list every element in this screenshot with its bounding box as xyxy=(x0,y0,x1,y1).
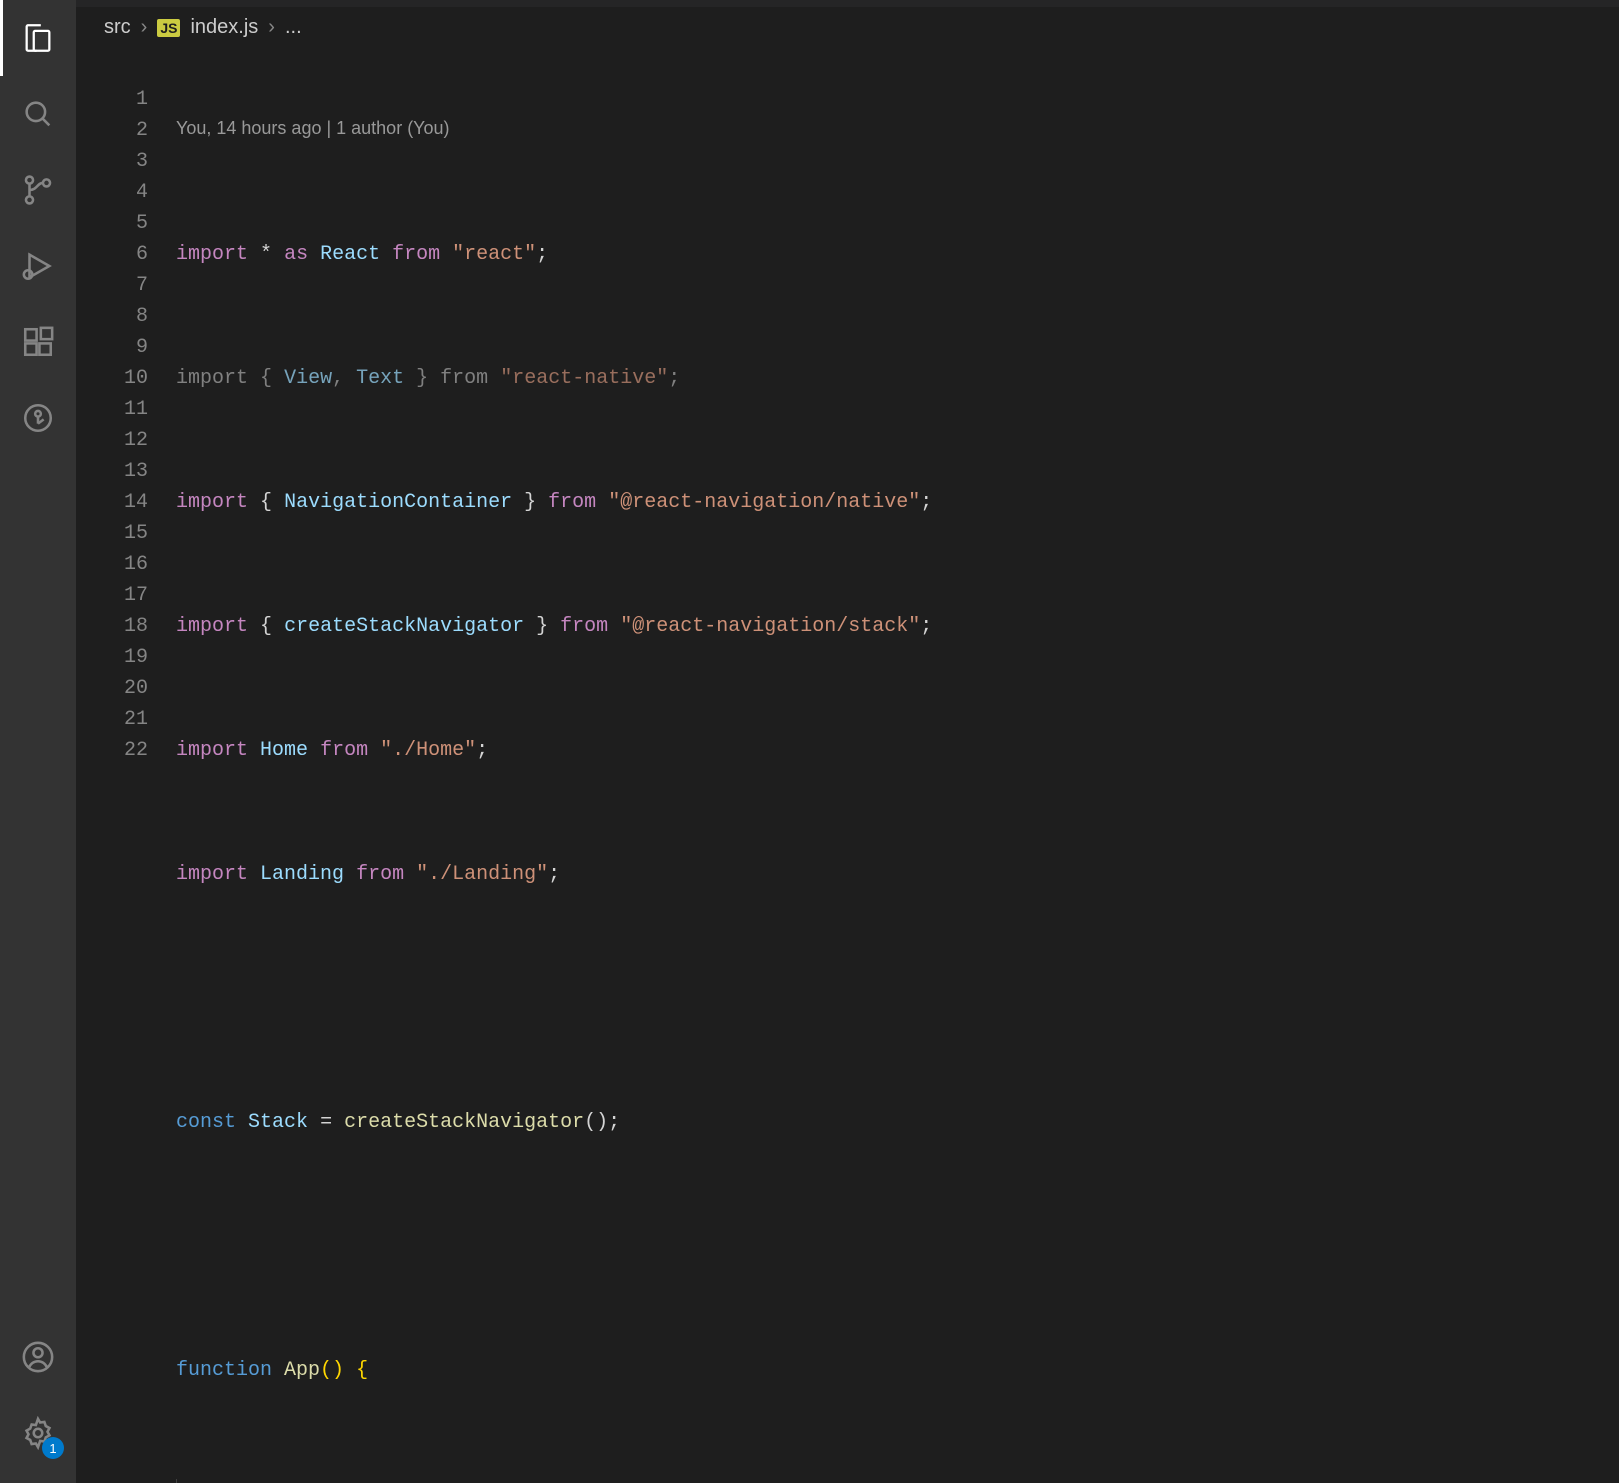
line-number: 19 xyxy=(76,642,148,673)
line-number: 16 xyxy=(76,549,148,580)
activity-bar: 1 xyxy=(0,0,76,1483)
code-line: const Stack = createStackNavigator(); xyxy=(176,1107,1619,1138)
line-number-gutter: 1 2 3 4 5 6 7 8 9 10 11 12 13 14 15 16 1… xyxy=(76,51,176,1483)
js-file-icon: JS xyxy=(157,19,180,37)
line-number: 12 xyxy=(76,425,148,456)
code-content[interactable]: You, 14 hours ago | 1 author (You) impor… xyxy=(176,51,1619,1483)
line-number: 10 xyxy=(76,363,148,394)
chevron-right-icon: › xyxy=(141,16,148,39)
line-number: 5 xyxy=(76,208,148,239)
editor-main: src › JS index.js › ... 1 2 3 4 5 6 7 8 … xyxy=(76,0,1619,1483)
line-number: 1 xyxy=(76,84,148,115)
line-number: 15 xyxy=(76,518,148,549)
line-number: 4 xyxy=(76,177,148,208)
line-number: 9 xyxy=(76,332,148,363)
code-editor[interactable]: 1 2 3 4 5 6 7 8 9 10 11 12 13 14 15 16 1… xyxy=(76,47,1619,1483)
gitlens-icon[interactable] xyxy=(0,380,76,456)
breadcrumb-symbol[interactable]: ... xyxy=(285,16,302,39)
line-number: 6 xyxy=(76,239,148,270)
code-line: import * as React from "react"; xyxy=(176,239,1619,270)
code-line xyxy=(176,983,1619,1014)
code-line: function App() { xyxy=(176,1355,1619,1386)
breadcrumb-folder[interactable]: src xyxy=(104,16,131,39)
line-number: 7 xyxy=(76,270,148,301)
line-number: 2 xyxy=(76,115,148,146)
line-number: 14 xyxy=(76,487,148,518)
line-number: 3 xyxy=(76,146,148,177)
breadcrumb-file[interactable]: index.js xyxy=(190,16,258,39)
line-number: 21 xyxy=(76,704,148,735)
line-number: 22 xyxy=(76,735,148,766)
code-line: import { View, Text } from "react-native… xyxy=(176,363,1619,394)
code-line: import { NavigationContainer } from "@re… xyxy=(176,487,1619,518)
source-control-icon[interactable] xyxy=(0,152,76,228)
chevron-right-icon: › xyxy=(268,16,275,39)
code-line: return ( xyxy=(176,1479,1619,1483)
settings-badge: 1 xyxy=(42,1437,64,1459)
extensions-icon[interactable] xyxy=(0,304,76,380)
activity-bar-top xyxy=(0,0,76,1319)
code-line: import Home from "./Home"; xyxy=(176,735,1619,766)
code-line: import Landing from "./Landing"; xyxy=(176,859,1619,890)
line-number: 11 xyxy=(76,394,148,425)
explorer-icon[interactable] xyxy=(0,0,76,76)
line-number: 17 xyxy=(76,580,148,611)
tab-strip xyxy=(76,0,1619,8)
line-number: 20 xyxy=(76,673,148,704)
line-number: 8 xyxy=(76,301,148,332)
line-number: 18 xyxy=(76,611,148,642)
search-icon[interactable] xyxy=(0,76,76,152)
account-icon[interactable] xyxy=(0,1319,76,1395)
codelens-authors[interactable]: You, 14 hours ago | 1 author (You) xyxy=(176,113,1619,144)
code-line: import { createStackNavigator } from "@r… xyxy=(176,611,1619,642)
settings-gear-icon[interactable]: 1 xyxy=(0,1395,76,1471)
line-number: 13 xyxy=(76,456,148,487)
activity-bar-bottom: 1 xyxy=(0,1319,76,1483)
run-debug-icon[interactable] xyxy=(0,228,76,304)
code-line xyxy=(176,1231,1619,1262)
breadcrumb[interactable]: src › JS index.js › ... xyxy=(76,8,1619,47)
